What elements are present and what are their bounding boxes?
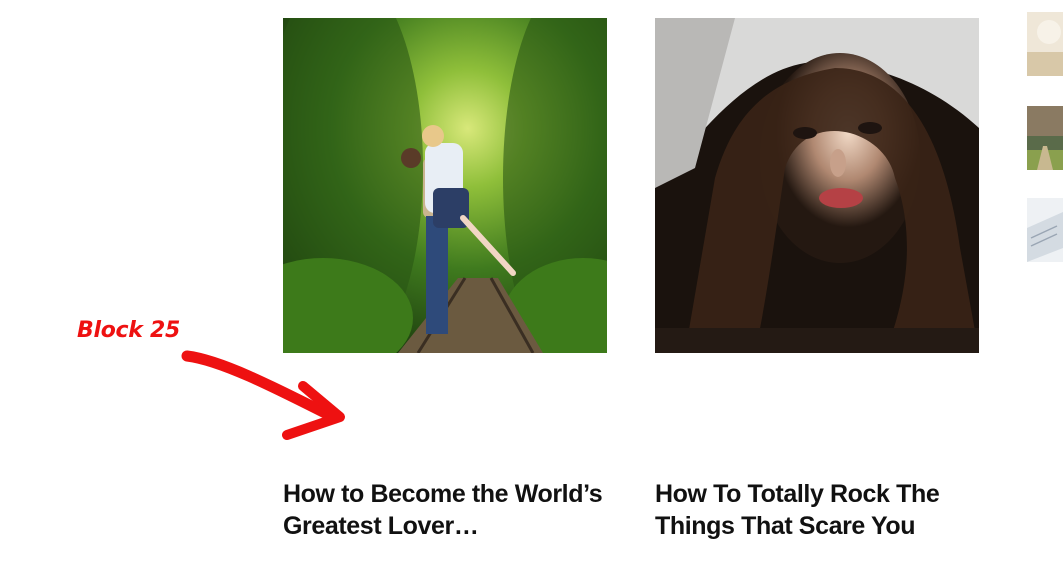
post-card-1: How to Become the World’s Greatest Lover… <box>283 18 607 540</box>
post-thumbnail-2[interactable] <box>655 18 979 353</box>
post-thumbnail-1[interactable] <box>283 18 607 353</box>
post-title-2[interactable]: How To Totally Rock The Things That Scar… <box>655 478 985 542</box>
annotation-arrow-icon <box>181 350 345 440</box>
sidebar-thumbnail-3[interactable] <box>1027 198 1063 262</box>
sidebar-thumbnail-1[interactable] <box>1027 12 1063 76</box>
post-card-2: How To Totally Rock The Things That Scar… <box>655 18 979 540</box>
sidebar-thumbnail-2[interactable] <box>1027 106 1063 170</box>
post-title-1[interactable]: How to Become the World’s Greatest Lover… <box>283 478 613 542</box>
annotation-label: Block 25 <box>77 318 180 343</box>
